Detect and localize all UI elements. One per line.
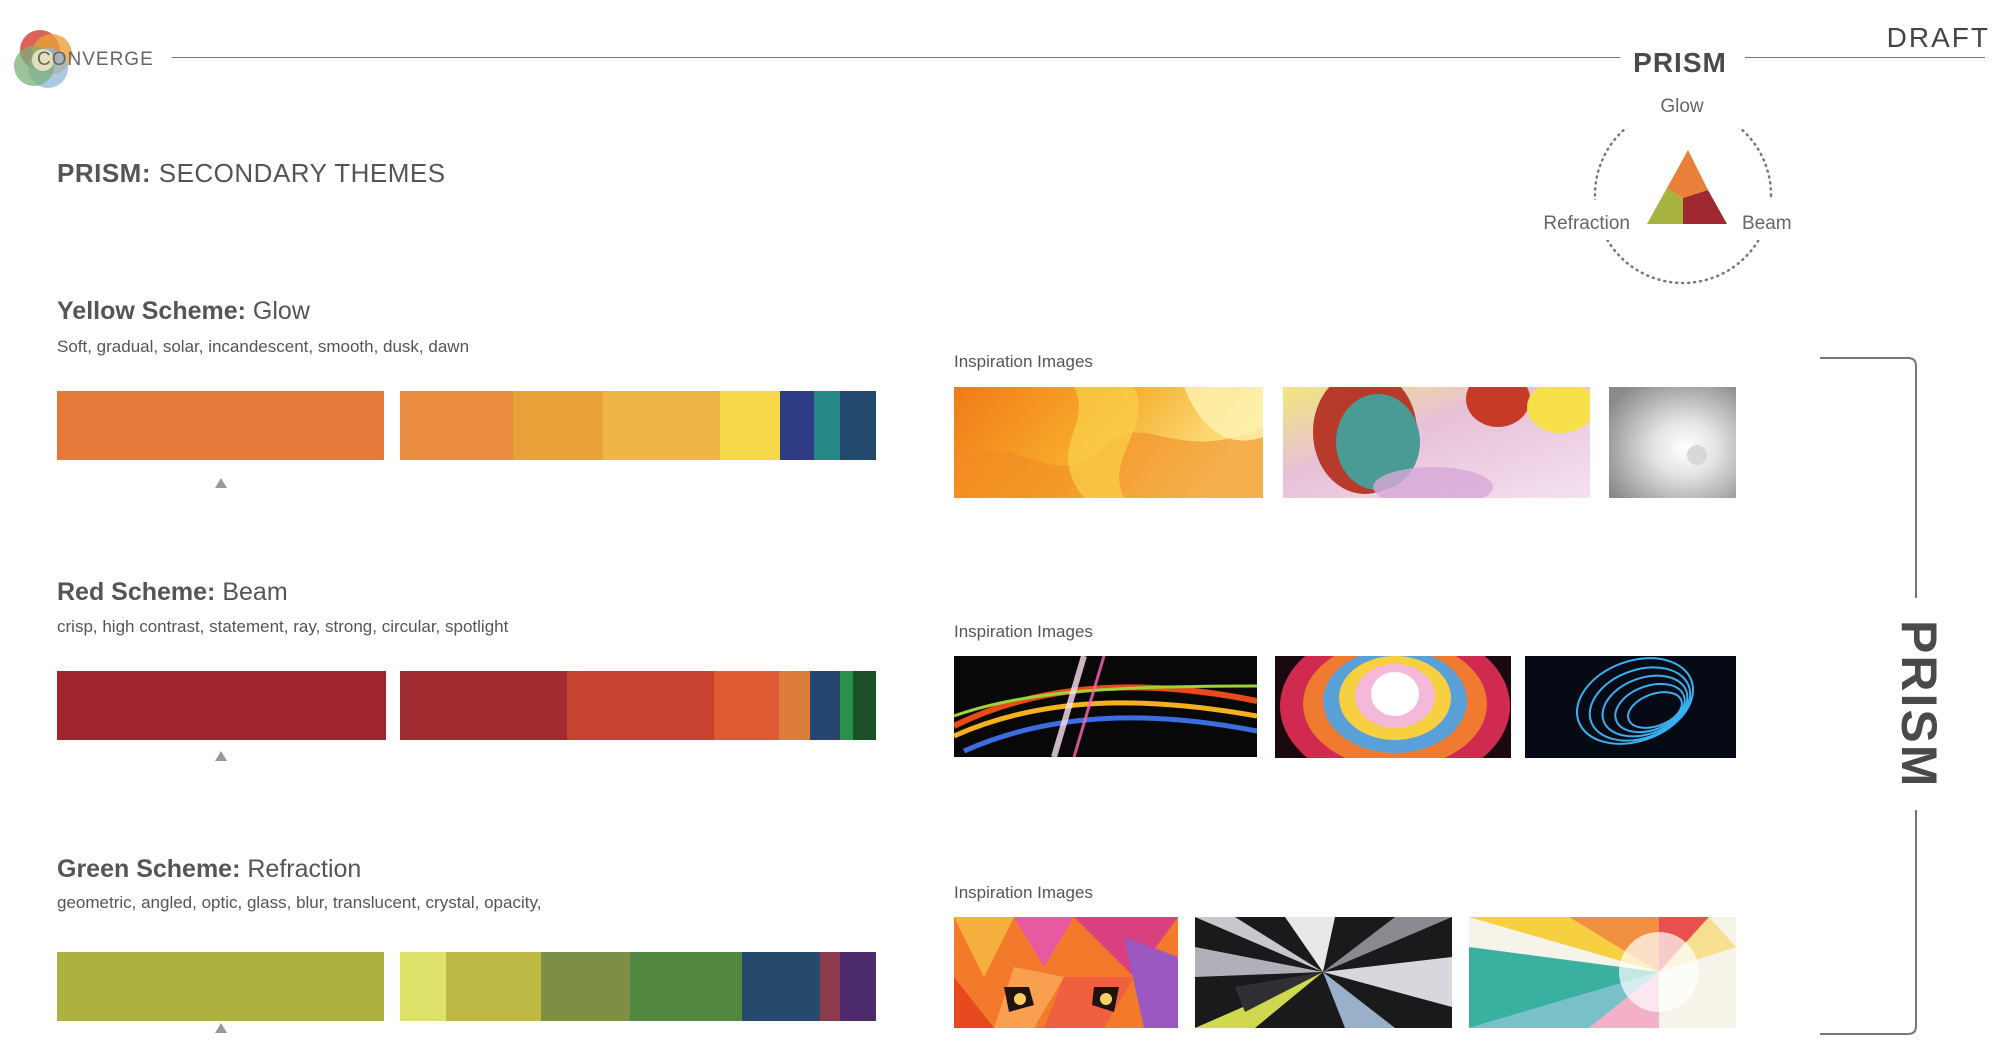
red-inspiration-image-3 xyxy=(1525,656,1736,758)
yellow-inspiration-label: Inspiration Images xyxy=(954,352,1093,371)
green-palette-swatch-4 xyxy=(630,952,743,1021)
yellow-palette-swatch-7 xyxy=(840,391,876,460)
red-palette-swatch-1 xyxy=(400,671,567,740)
header-rule-right xyxy=(1745,57,1985,58)
red-scheme-description: crisp, high contrast, statement, ray, st… xyxy=(57,617,509,636)
side-prism-label: PRISM xyxy=(1891,620,1947,789)
triad-label-refraction: Refraction xyxy=(1543,213,1630,234)
yellow-palette-swatch-3 xyxy=(603,391,720,460)
page-title-rest: SECONDARY THEMES xyxy=(151,158,446,188)
page-title-bold: PRISM: xyxy=(57,158,151,188)
yellow-palette-swatch-6 xyxy=(813,391,841,460)
red-scheme-title-rest: Beam xyxy=(215,578,288,606)
yellow-scheme-title-bold: Yellow Scheme: xyxy=(57,297,246,325)
green-scheme-title: Green Scheme: Refraction xyxy=(57,855,361,884)
red-palette-swatch-4 xyxy=(779,671,810,740)
green-inspiration-image-2 xyxy=(1195,917,1452,1028)
red-palette-swatch-2 xyxy=(566,671,715,740)
green-palette-swatch-3 xyxy=(541,952,631,1021)
yellow-palette xyxy=(400,391,876,460)
yellow-palette-swatch-1 xyxy=(400,391,513,460)
yellow-scheme-title: Yellow Scheme: Glow xyxy=(57,297,310,326)
red-inspiration-image-2 xyxy=(1275,656,1511,758)
red-swatch-marker xyxy=(215,751,227,761)
green-swatch-marker xyxy=(215,1023,227,1033)
yellow-scheme-title-rest: Glow xyxy=(245,297,310,325)
green-palette-swatch-7 xyxy=(840,952,876,1021)
header-rule-left xyxy=(172,57,1620,58)
green-scheme-description: geometric, angled, optic, glass, blur, t… xyxy=(57,893,542,912)
brand-name: CONVERGE xyxy=(37,49,154,70)
yellow-inspiration-image-2 xyxy=(1283,387,1590,498)
red-scheme-title: Red Scheme: Beam xyxy=(57,578,288,607)
red-palette xyxy=(400,671,877,740)
green-inspiration-image-1 xyxy=(954,917,1178,1028)
green-inspiration-image-3 xyxy=(1469,917,1736,1028)
triad-glow-segment xyxy=(1667,150,1708,198)
yellow-palette-swatch-5 xyxy=(779,391,814,460)
draft-label: DRAFT xyxy=(1886,22,1990,53)
red-palette-swatch-7 xyxy=(853,671,877,740)
red-palette-swatch-5 xyxy=(809,671,841,740)
green-main-swatch xyxy=(57,952,384,1021)
yellow-scheme-description: Soft, gradual, solar, incandescent, smoo… xyxy=(57,337,470,356)
red-main-swatch xyxy=(57,671,386,740)
green-inspiration-label: Inspiration Images xyxy=(954,883,1093,902)
page-title: PRISM: SECONDARY THEMES xyxy=(57,158,446,189)
yellow-inspiration-image-1 xyxy=(954,387,1263,498)
red-palette-swatch-3 xyxy=(714,671,780,740)
green-palette-swatch-5 xyxy=(742,952,820,1021)
yellow-main-swatch xyxy=(57,391,384,460)
prism-triad-diagram xyxy=(1585,100,1785,285)
triad-label-glow: Glow xyxy=(1660,96,1704,117)
red-inspiration-label: Inspiration Images xyxy=(954,622,1093,641)
green-scheme-title-bold: Green Scheme: xyxy=(57,855,241,883)
yellow-palette-swatch-2 xyxy=(512,391,604,460)
yellow-inspiration-image-3 xyxy=(1609,387,1736,498)
green-palette-swatch-2 xyxy=(445,952,542,1021)
green-palette-swatch-1 xyxy=(400,952,446,1021)
prism-header-title: PRISM xyxy=(1633,47,1727,78)
triad-label-beam: Beam xyxy=(1742,213,1792,234)
green-scheme-title-rest: Refraction xyxy=(240,855,362,883)
red-palette-swatch-6 xyxy=(840,671,854,740)
yellow-palette-swatch-4 xyxy=(719,391,780,460)
green-palette xyxy=(400,952,876,1021)
red-scheme-title-bold: Red Scheme: xyxy=(57,578,216,606)
green-palette-swatch-6 xyxy=(820,952,841,1021)
red-inspiration-image-1 xyxy=(954,656,1257,757)
yellow-swatch-marker xyxy=(215,478,227,488)
